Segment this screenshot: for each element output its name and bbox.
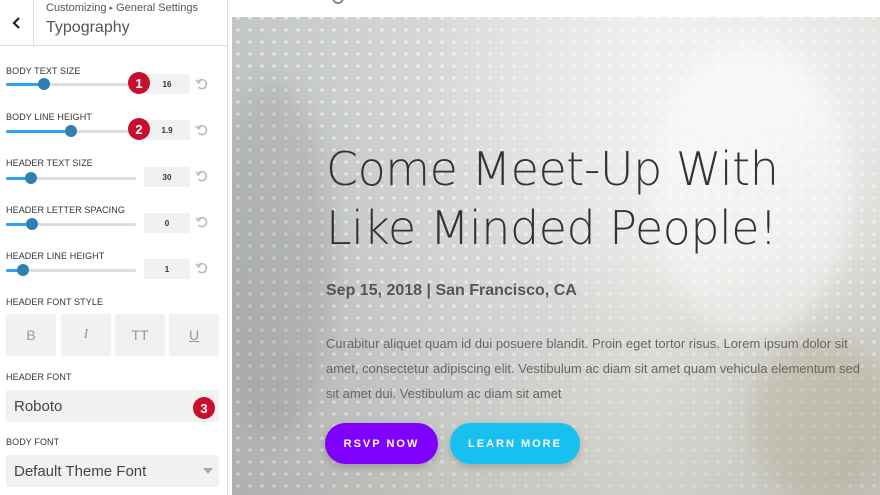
- header-text-size-value[interactable]: 30: [144, 167, 190, 187]
- slider-thumb[interactable]: [37, 78, 50, 90]
- header-line-height-slider[interactable]: [6, 264, 136, 276]
- body-font-value: Default Theme Font: [14, 462, 147, 480]
- header-line-height-value[interactable]: 1: [144, 259, 190, 279]
- callout-badge-3: 3: [193, 397, 215, 419]
- body-line-height-slider[interactable]: [6, 125, 136, 137]
- header-letter-spacing-label: HEADER LETTER SPACING: [6, 205, 125, 215]
- reset-arrow-icon[interactable]: [195, 261, 209, 275]
- back-button[interactable]: [0, 0, 34, 46]
- header-text-size-label: HEADER TEXT SIZE: [6, 158, 93, 168]
- header-letter-spacing-value[interactable]: 0: [144, 213, 190, 233]
- slider-thumb[interactable]: [26, 218, 38, 230]
- slider-thumb[interactable]: [24, 172, 37, 184]
- chevron-left-icon: [11, 17, 20, 29]
- header-font-label: HEADER FONT: [6, 372, 72, 382]
- bold-button[interactable]: B: [6, 314, 56, 356]
- header-line-height-label: HEADER LINE HEIGHT: [6, 251, 105, 261]
- reset-arrow-icon[interactable]: [195, 77, 209, 91]
- callout-badge-1: 1: [128, 72, 150, 94]
- body-text-size-slider[interactable]: [6, 78, 136, 90]
- caret-down-icon: [203, 468, 213, 474]
- body-text-size-value[interactable]: 16: [144, 74, 190, 94]
- panel-header: Customizing ▸ General Settings Typography: [0, 0, 227, 46]
- breadcrumb-root: Customizing: [46, 2, 107, 14]
- header-text-size-slider[interactable]: [6, 172, 136, 184]
- reset-arrow-icon[interactable]: [195, 123, 209, 137]
- hero-body: Curabitur aliquet quam id dui posuere bl…: [326, 336, 860, 401]
- hero-date: Sep 15, 2018 | San Francisco, CA: [326, 282, 577, 299]
- site-logo[interactable]: [332, 0, 344, 4]
- body-font-label: BODY FONT: [6, 437, 60, 447]
- learn-more-button[interactable]: LEARN MORE: [450, 423, 580, 464]
- site-preview: Come Meet-Up With Like Minded People! Se…: [232, 0, 880, 495]
- body-text-size-label: BODY TEXT SIZE: [6, 66, 81, 76]
- header-font-style-label: HEADER FONT STYLE: [6, 297, 104, 307]
- customizer-panel: Customizing ▸ General Settings Typography …: [0, 0, 228, 495]
- body-font-select[interactable]: Default Theme Font: [6, 455, 219, 487]
- body-line-height-label: BODY LINE HEIGHT: [6, 112, 92, 122]
- slider-fill: [6, 130, 71, 133]
- hero-title: Come Meet-Up With Like Minded People!: [326, 142, 779, 255]
- uppercase-button[interactable]: TT: [115, 314, 165, 356]
- header-letter-spacing-slider[interactable]: [6, 218, 136, 230]
- slider-thumb[interactable]: [65, 125, 77, 137]
- body-line-height-value[interactable]: 1.9: [144, 120, 190, 140]
- header-font-value: Roboto: [14, 397, 63, 415]
- breadcrumb-child: General Settings: [116, 2, 198, 14]
- section-title: Typography: [46, 19, 130, 36]
- reset-arrow-icon[interactable]: [195, 215, 209, 229]
- header-font-select[interactable]: Roboto: [6, 390, 219, 422]
- breadcrumb-separator-icon: ▸: [109, 5, 114, 12]
- rsvp-button[interactable]: RSVP NOW: [325, 423, 438, 464]
- callout-badge-2: 2: [128, 118, 150, 140]
- italic-button[interactable]: I: [61, 314, 111, 356]
- site-header-bar: [232, 0, 880, 17]
- breadcrumb: Customizing ▸ General Settings: [46, 2, 198, 14]
- underline-button[interactable]: U: [169, 314, 219, 356]
- reset-arrow-icon[interactable]: [195, 169, 209, 183]
- slider-thumb[interactable]: [16, 264, 29, 276]
